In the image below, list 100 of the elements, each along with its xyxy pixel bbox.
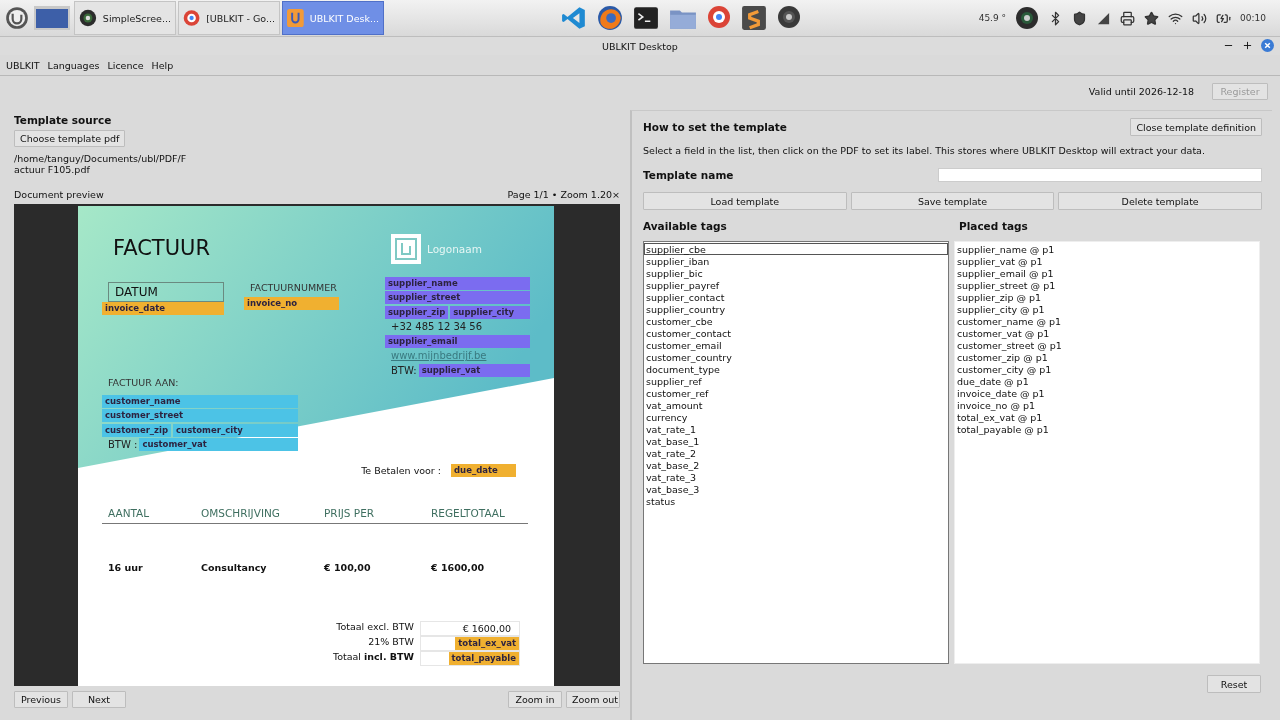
camera-lens-icon[interactable] [777,5,802,29]
star-icon[interactable] [1144,10,1160,26]
preview-label: Document preview [14,189,104,200]
maximize-icon[interactable] [1242,40,1253,51]
window-thumbnail-icon[interactable] [32,3,72,33]
terminal-icon[interactable] [633,5,660,31]
list-item[interactable]: customer_country [644,351,948,363]
list-item[interactable]: customer_ref [644,387,948,399]
column-header: OMSCHRIJVING [201,507,281,519]
list-item[interactable]: customer_city @ p1 [955,363,1259,375]
list-item[interactable]: total_payable @ p1 [955,423,1259,435]
previous-button[interactable]: Previous [14,691,68,708]
template-button[interactable]: Save template [850,192,1055,210]
field-label: Template name [643,169,734,181]
list-item[interactable]: customer_name @ p1 [955,315,1259,327]
page-info: Page 1/1 • Zoom 1.20× [507,189,620,200]
field-tag: customer_street [102,409,298,423]
shield-icon[interactable] [1072,10,1088,26]
list-item[interactable]: supplier_zip @ p1 [955,291,1259,303]
window-title: UBLKIT Desktop [602,40,678,52]
license-status: Valid until 2026-12-18 [1088,85,1194,97]
list-item[interactable]: supplier_cbe [644,243,948,255]
list-item[interactable]: supplier_city @ p1 [955,303,1259,315]
taskbar-app[interactable]: [UBLKIT - Go... [178,1,280,35]
list-item[interactable]: supplier_bic [644,267,948,279]
file-path: actuur F105.pdf [14,164,91,175]
total-label: Totaal incl. BTW [332,651,414,664]
table-cell-text: € 1600,00 [431,562,486,573]
list-item[interactable]: supplier_street @ p1 [955,279,1259,291]
list-item[interactable]: vat_base_2 [644,459,948,471]
list-item[interactable]: vat_base_1 [644,435,948,447]
list-item[interactable]: vat_rate_3 [644,471,948,483]
list-item[interactable]: customer_email [644,339,948,351]
field-tag: customer_vat [139,438,298,452]
column-header: REGELTOTAAL [431,507,506,519]
list-item[interactable]: supplier_contact [644,291,948,303]
logo-name: Logonaam [427,243,482,255]
list-item[interactable]: supplier_iban [644,255,948,267]
reset-button[interactable]: Reset [1207,675,1261,693]
list-item[interactable]: invoice_no @ p1 [955,399,1259,411]
list-item[interactable]: vat_rate_2 [644,447,948,459]
template-name-field[interactable] [938,168,1262,182]
total-value: € 1600,00 [462,623,512,634]
table-cell-text: 16 uur [108,562,144,573]
list-item[interactable]: customer_cbe [644,315,948,327]
template-button[interactable]: Load template [643,192,847,210]
field-tag: supplier_street [385,291,530,305]
list-item[interactable]: vat_amount [644,399,948,411]
field-tag: total_payable [448,652,519,665]
zoom-out-button[interactable]: Zoom out [566,691,620,708]
list-item[interactable]: status [644,495,948,507]
total-label: Totaal excl. BTW [335,621,414,634]
column-header: PRIJS PER [324,507,376,519]
list-item[interactable]: supplier_ref [644,375,948,387]
list-item[interactable]: vat_rate_1 [644,423,948,435]
wifi-icon[interactable] [1168,10,1184,26]
list-item[interactable]: total_ex_vat @ p1 [955,411,1259,423]
menu-item[interactable]: Languages [43,59,104,71]
template-button[interactable]: Delete template [1058,192,1262,210]
list-item[interactable]: due_date @ p1 [955,375,1259,387]
document-text: +32 485 12 34 56 [390,321,483,333]
menu-item[interactable]: UBLKIT [2,59,44,71]
list-item[interactable]: currency [644,411,948,423]
menu-item[interactable]: Licence [103,59,148,71]
document-text: BTW: [390,364,417,376]
list-item[interactable]: supplier_country [644,303,948,315]
code-editor-icon[interactable] [561,5,588,31]
menu-logo-icon[interactable] [4,5,30,31]
next-button[interactable]: Next [72,691,126,708]
list-item[interactable]: customer_contact [644,327,948,339]
column-header: AANTAL [108,507,151,519]
list-item[interactable]: vat_base_3 [644,483,948,495]
list-item[interactable]: customer_vat @ p1 [955,327,1259,339]
list-item[interactable]: supplier_email @ p1 [955,267,1259,279]
list-item[interactable]: customer_street @ p1 [955,339,1259,351]
field-tag: invoice_date [102,302,224,315]
printer-icon[interactable] [1120,10,1136,26]
date-label: DATUM [108,282,224,302]
number-label: FACTUURNUMMER [250,282,338,295]
volume-icon[interactable] [1192,10,1208,26]
zoom-in-button[interactable]: Zoom in [508,691,562,708]
list-item[interactable]: customer_zip @ p1 [955,351,1259,363]
taskbar-app[interactable]: SimpleScree... [74,1,176,35]
list-item[interactable]: document_type [644,363,948,375]
list-item[interactable]: supplier_vat @ p1 [955,255,1259,267]
total-label: 21% BTW [367,636,414,649]
due-label: Te Betalen voor : [361,465,441,476]
list-item[interactable]: supplier_payref [644,279,948,291]
instructions: Select a field in the list, then click on the PDF to set its label. This stores where UBLKIT Desktop will extract your data. [643,145,1206,156]
menu-item[interactable]: Help [147,59,178,71]
list-item[interactable]: supplier_name @ p1 [955,243,1259,255]
logo-icon [391,234,421,264]
choose-pdf-button[interactable]: Choose template pdf [14,130,126,147]
close-icon[interactable] [1261,39,1274,52]
close-definition-button[interactable]: Close template definition [1130,118,1262,136]
section-heading: How to set the template [643,121,787,133]
camera-lens-icon[interactable] [1015,6,1040,30]
section-heading: Template source [14,114,113,126]
list-item[interactable]: invoice_date @ p1 [955,387,1259,399]
field-tag: invoice_no [244,297,339,310]
